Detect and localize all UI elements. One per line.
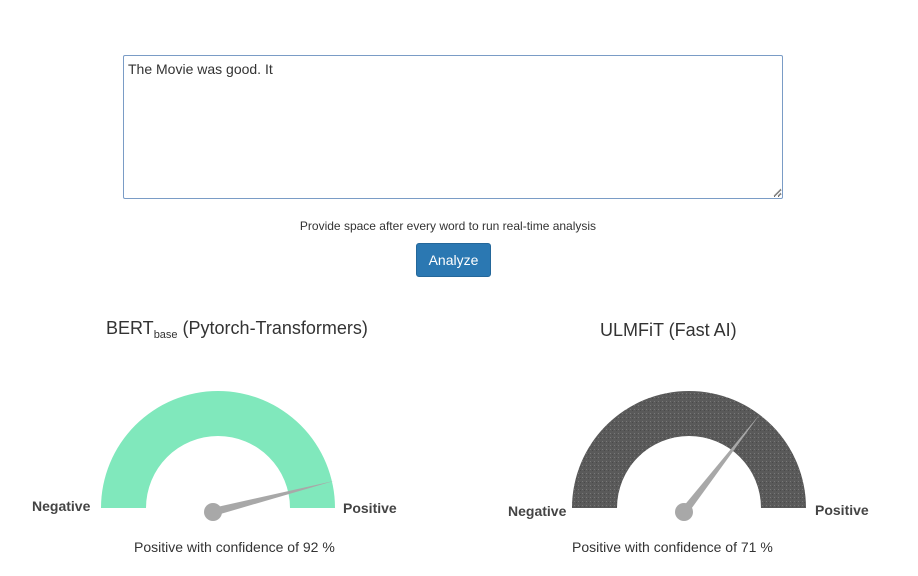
bert-positive-label: Positive bbox=[343, 500, 397, 516]
ulmfit-confidence-suffix: % bbox=[756, 539, 773, 555]
ulmfit-confidence-value: 71 bbox=[740, 539, 757, 555]
ulmfit-gauge-title: ULMFiT (Fast AI) bbox=[600, 320, 737, 341]
ulmfit-positive-label: Positive bbox=[815, 502, 869, 518]
bert-confidence-suffix: % bbox=[318, 539, 335, 555]
bert-confidence-prefix: Positive with confidence of bbox=[134, 539, 303, 555]
analyze-button[interactable]: Analyze bbox=[416, 243, 491, 277]
bert-confidence-value: 92 bbox=[302, 539, 319, 555]
bert-title-main: BERT bbox=[106, 318, 154, 338]
bert-gauge-title: BERTbase (Pytorch-Transformers) bbox=[106, 318, 368, 341]
bert-title-rest: (Pytorch-Transformers) bbox=[177, 318, 368, 338]
resize-grip-icon[interactable] bbox=[773, 188, 782, 197]
ulmfit-gauge-arc bbox=[572, 391, 806, 508]
ulmfit-title-main: ULMFiT (Fast AI) bbox=[600, 320, 737, 340]
needle-hub bbox=[204, 503, 222, 521]
sentiment-page: Provide space after every word to run re… bbox=[0, 0, 918, 576]
bert-sentiment-gauge bbox=[101, 391, 335, 521]
ulmfit-sentiment-gauge bbox=[572, 391, 806, 521]
ulmfit-confidence-text: Positive with confidence of 71 % bbox=[572, 539, 773, 555]
ulmfit-confidence-prefix: Positive with confidence of bbox=[572, 539, 741, 555]
bert-confidence-text: Positive with confidence of 92 % bbox=[134, 539, 335, 555]
needle-hub bbox=[675, 503, 693, 521]
realtime-hint-text: Provide space after every word to run re… bbox=[299, 219, 597, 233]
ulmfit-negative-label: Negative bbox=[508, 503, 567, 519]
bert-title-sub: base bbox=[153, 329, 178, 341]
bert-negative-label: Negative bbox=[32, 498, 91, 514]
review-text-input[interactable] bbox=[123, 55, 783, 199]
